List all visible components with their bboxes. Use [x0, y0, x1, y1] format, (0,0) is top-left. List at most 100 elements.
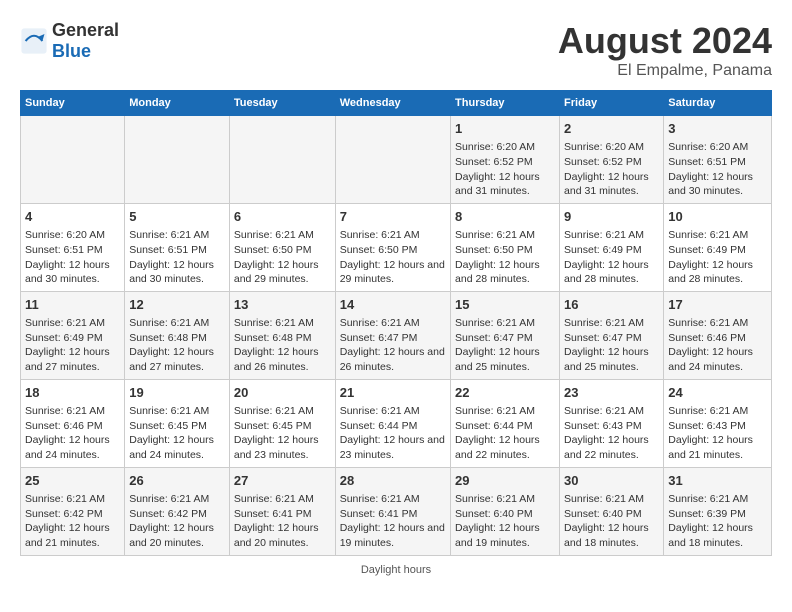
day-number: 18 — [25, 384, 120, 402]
weekday-header-thursday: Thursday — [451, 91, 560, 116]
calendar-cell-5-3: 27 Sunrise: 6:21 AMSunset: 6:41 PMDayligh… — [229, 467, 335, 555]
calendar-cell-3-6: 16 Sunrise: 6:21 AMSunset: 6:47 PMDayligh… — [560, 291, 664, 379]
weekday-header-row: SundayMondayTuesdayWednesdayThursdayFrid… — [21, 91, 772, 116]
weekday-header-tuesday: Tuesday — [229, 91, 335, 116]
day-number: 25 — [25, 472, 120, 490]
calendar-cell-2-5: 8Sunrise: 6:21 AMSunset: 6:50 PMDaylight… — [451, 203, 560, 291]
day-info: Sunrise: 6:20 AMSunset: 6:52 PMDaylight:… — [455, 140, 555, 199]
day-info: Sunrise: 6:21 AMSunset: 6:42 PMDaylight:… — [25, 492, 120, 551]
calendar-cell-3-7: 17 Sunrise: 6:21 AMSunset: 6:46 PMDayligh… — [664, 291, 772, 379]
logo-icon — [20, 27, 48, 55]
day-number: 5 — [129, 208, 225, 226]
calendar-cell-1-4 — [335, 116, 450, 204]
day-info: Sunrise: 6:21 AMSunset: 6:41 PMDaylight:… — [234, 492, 331, 551]
calendar-cell-3-1: 11 Sunrise: 6:21 AMSunset: 6:49 PMDayligh… — [21, 291, 125, 379]
calendar-cell-1-5: 1 Sunrise: 6:20 AMSunset: 6:52 PMDaylight… — [451, 116, 560, 204]
calendar-cell-1-7: 3Sunrise: 6:20 AMSunset: 6:51 PMDaylight… — [664, 116, 772, 204]
logo: General Blue — [20, 20, 119, 62]
day-info: Sunrise: 6:21 AMSunset: 6:40 PMDaylight:… — [455, 492, 555, 551]
week-row-5: 25 Sunrise: 6:21 AMSunset: 6:42 PMDayligh… — [21, 467, 772, 555]
logo-text: General Blue — [52, 20, 119, 62]
day-number: 17 — [668, 296, 767, 314]
day-number: 12 — [129, 296, 225, 314]
day-info: Sunrise: 6:21 AMSunset: 6:46 PMDaylight:… — [668, 316, 767, 375]
day-number: 15 — [455, 296, 555, 314]
day-number: 31 — [668, 472, 767, 490]
calendar-cell-5-7: 31 Sunrise: 6:21 AMSunset: 6:39 PMDayligh… — [664, 467, 772, 555]
day-info: Sunrise: 6:20 AMSunset: 6:51 PMDaylight:… — [25, 228, 120, 287]
weekday-header-wednesday: Wednesday — [335, 91, 450, 116]
calendar-cell-5-2: 26Sunrise: 6:21 AMSunset: 6:42 PMDayligh… — [125, 467, 230, 555]
day-number: 22 — [455, 384, 555, 402]
day-info: Sunrise: 6:21 AMSunset: 6:50 PMDaylight:… — [234, 228, 331, 287]
day-number: 23 — [564, 384, 659, 402]
day-info: Sunrise: 6:21 AMSunset: 6:42 PMDaylight:… — [129, 492, 225, 551]
day-info: Sunrise: 6:21 AMSunset: 6:41 PMDaylight:… — [340, 492, 446, 551]
day-info: Sunrise: 6:21 AMSunset: 6:44 PMDaylight:… — [340, 404, 446, 463]
calendar-cell-2-3: 6 Sunrise: 6:21 AMSunset: 6:50 PMDaylight… — [229, 203, 335, 291]
day-info: Sunrise: 6:21 AMSunset: 6:49 PMDaylight:… — [564, 228, 659, 287]
calendar-table: SundayMondayTuesdayWednesdayThursdayFrid… — [20, 90, 772, 556]
day-number: 9 — [564, 208, 659, 226]
day-number: 19 — [129, 384, 225, 402]
week-row-3: 11 Sunrise: 6:21 AMSunset: 6:49 PMDayligh… — [21, 291, 772, 379]
day-info: Sunrise: 6:21 AMSunset: 6:45 PMDaylight:… — [129, 404, 225, 463]
day-info: Sunrise: 6:21 AMSunset: 6:40 PMDaylight:… — [564, 492, 659, 551]
calendar-cell-5-5: 29 Sunrise: 6:21 AMSunset: 6:40 PMDayligh… — [451, 467, 560, 555]
day-number: 2 — [564, 120, 659, 138]
calendar-cell-2-2: 5 Sunrise: 6:21 AMSunset: 6:51 PMDaylight… — [125, 203, 230, 291]
weekday-header-monday: Monday — [125, 91, 230, 116]
day-number: 27 — [234, 472, 331, 490]
day-info: Sunrise: 6:21 AMSunset: 6:47 PMDaylight:… — [564, 316, 659, 375]
calendar-cell-1-3 — [229, 116, 335, 204]
day-number: 30 — [564, 472, 659, 490]
calendar-cell-3-4: 14Sunrise: 6:21 AMSunset: 6:47 PMDayligh… — [335, 291, 450, 379]
day-info: Sunrise: 6:21 AMSunset: 6:48 PMDaylight:… — [129, 316, 225, 375]
day-number: 28 — [340, 472, 446, 490]
day-number: 8 — [455, 208, 555, 226]
calendar-cell-2-4: 7 Sunrise: 6:21 AMSunset: 6:50 PMDaylight… — [335, 203, 450, 291]
logo-general: General — [52, 20, 119, 40]
logo-blue: Blue — [52, 41, 91, 61]
calendar-cell-2-7: 10 Sunrise: 6:21 AMSunset: 6:49 PMDayligh… — [664, 203, 772, 291]
calendar-cell-4-6: 23 Sunrise: 6:21 AMSunset: 6:43 PMDayligh… — [560, 379, 664, 467]
calendar-cell-5-6: 30 Sunrise: 6:21 AMSunset: 6:40 PMDayligh… — [560, 467, 664, 555]
main-title: August 2024 — [558, 20, 772, 62]
day-number: 10 — [668, 208, 767, 226]
calendar-cell-4-7: 24Sunrise: 6:21 AMSunset: 6:43 PMDayligh… — [664, 379, 772, 467]
calendar-cell-5-4: 28 Sunrise: 6:21 AMSunset: 6:41 PMDayligh… — [335, 467, 450, 555]
calendar-cell-4-3: 20Sunrise: 6:21 AMSunset: 6:45 PMDayligh… — [229, 379, 335, 467]
page-header: General Blue August 2024 El Empalme, Pan… — [20, 20, 772, 80]
calendar-cell-3-2: 12 Sunrise: 6:21 AMSunset: 6:48 PMDayligh… — [125, 291, 230, 379]
footer: Daylight hours — [20, 564, 772, 576]
calendar-cell-1-1 — [21, 116, 125, 204]
week-row-1: 1 Sunrise: 6:20 AMSunset: 6:52 PMDaylight… — [21, 116, 772, 204]
day-number: 1 — [455, 120, 555, 138]
day-info: Sunrise: 6:21 AMSunset: 6:46 PMDaylight:… — [25, 404, 120, 463]
day-number: 3 — [668, 120, 767, 138]
calendar-cell-4-5: 22Sunrise: 6:21 AMSunset: 6:44 PMDayligh… — [451, 379, 560, 467]
day-info: Sunrise: 6:21 AMSunset: 6:48 PMDaylight:… — [234, 316, 331, 375]
week-row-2: 4 Sunrise: 6:20 AMSunset: 6:51 PMDaylight… — [21, 203, 772, 291]
sub-title: El Empalme, Panama — [558, 62, 772, 80]
day-info: Sunrise: 6:21 AMSunset: 6:45 PMDaylight:… — [234, 404, 331, 463]
day-info: Sunrise: 6:21 AMSunset: 6:51 PMDaylight:… — [129, 228, 225, 287]
calendar-cell-5-1: 25 Sunrise: 6:21 AMSunset: 6:42 PMDayligh… — [21, 467, 125, 555]
day-number: 13 — [234, 296, 331, 314]
calendar-cell-2-6: 9 Sunrise: 6:21 AMSunset: 6:49 PMDaylight… — [560, 203, 664, 291]
calendar-cell-3-3: 13 Sunrise: 6:21 AMSunset: 6:48 PMDayligh… — [229, 291, 335, 379]
day-number: 11 — [25, 296, 120, 314]
day-number: 29 — [455, 472, 555, 490]
title-block: August 2024 El Empalme, Panama — [558, 20, 772, 80]
day-info: Sunrise: 6:21 AMSunset: 6:43 PMDaylight:… — [564, 404, 659, 463]
day-number: 4 — [25, 208, 120, 226]
day-info: Sunrise: 6:21 AMSunset: 6:49 PMDaylight:… — [668, 228, 767, 287]
calendar-cell-3-5: 15 Sunrise: 6:21 AMSunset: 6:47 PMDayligh… — [451, 291, 560, 379]
day-number: 7 — [340, 208, 446, 226]
day-info: Sunrise: 6:21 AMSunset: 6:47 PMDaylight:… — [455, 316, 555, 375]
day-number: 6 — [234, 208, 331, 226]
day-info: Sunrise: 6:21 AMSunset: 6:39 PMDaylight:… — [668, 492, 767, 551]
day-info: Sunrise: 6:21 AMSunset: 6:49 PMDaylight:… — [25, 316, 120, 375]
day-number: 16 — [564, 296, 659, 314]
day-info: Sunrise: 6:21 AMSunset: 6:50 PMDaylight:… — [340, 228, 446, 287]
